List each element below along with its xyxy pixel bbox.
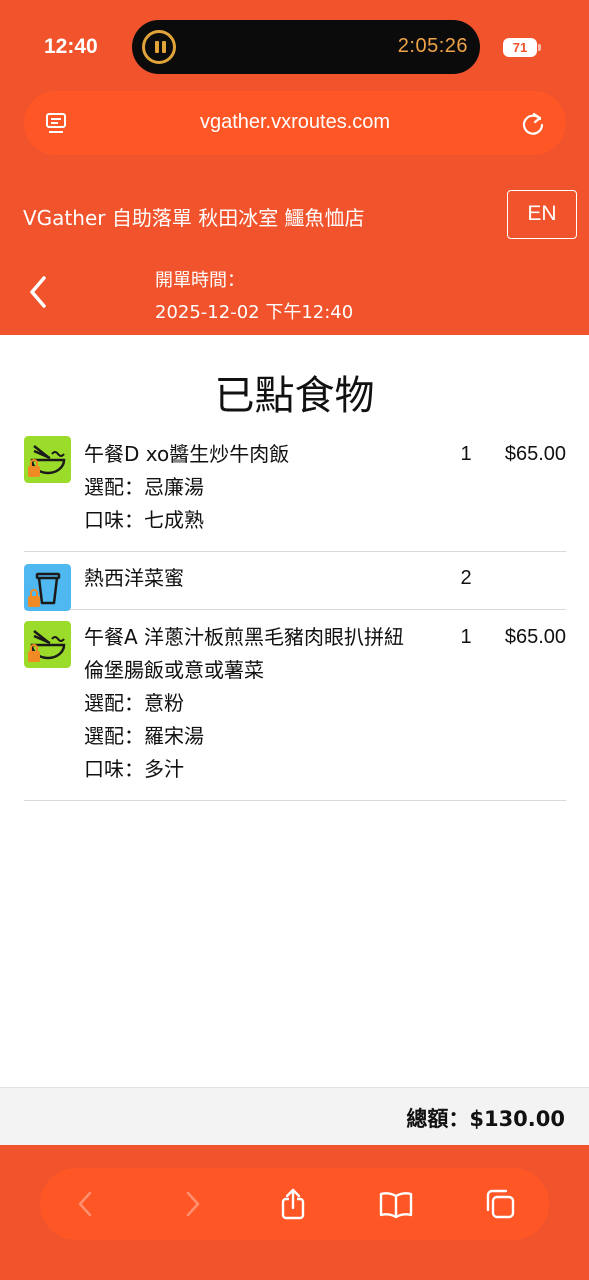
item-name: 熱西洋菜蜜 xyxy=(84,566,184,590)
share-icon[interactable] xyxy=(275,1186,311,1222)
item-quantity: 2 xyxy=(460,567,472,589)
status-time: 12:40 xyxy=(44,35,98,58)
reload-icon[interactable] xyxy=(520,110,546,136)
battery-indicator: 71 xyxy=(503,38,537,57)
top-area: 12:40 2:05:26 71 vgather.vxroutes.com VG… xyxy=(0,0,589,335)
browser-bottom-bar xyxy=(0,1145,589,1280)
item-option: 選配：忌廉湯 xyxy=(84,475,204,499)
open-time-value: 2025-12-02 下午12:40 xyxy=(155,302,354,323)
site-title: VGather 自助落單 秋田冰室 鱷魚恤店 xyxy=(23,206,365,230)
order-total: 總額：$130.00 xyxy=(406,1107,565,1131)
meal-bowl-icon xyxy=(24,436,71,483)
url-text[interactable]: vgather.vxroutes.com xyxy=(24,111,566,134)
item-price: $65.00 xyxy=(504,626,566,648)
tabs-icon[interactable] xyxy=(482,1186,518,1222)
address-bar[interactable]: vgather.vxroutes.com xyxy=(24,91,566,155)
list-item: 午餐D xo醬生炒牛肉飯 選配：忌廉湯 口味：七成熟 1 $65.00 xyxy=(24,430,566,552)
item-name: 午餐D xo醬生炒牛肉飯 xyxy=(84,442,290,466)
back-arrow-icon[interactable] xyxy=(68,1186,104,1222)
item-name: 午餐A 洋蔥汁板煎黑毛豬肉眼扒拼紐倫堡腸飯或意或薯菜 xyxy=(84,625,405,682)
page-title: 已點食物 xyxy=(214,373,375,419)
open-time-label: 開單時間： xyxy=(155,270,245,291)
item-option: 口味：多汁 xyxy=(84,757,184,781)
drink-cup-icon xyxy=(24,564,71,611)
forward-arrow-icon[interactable] xyxy=(174,1186,210,1222)
live-timer: 2:05:26 xyxy=(397,35,468,57)
bookmarks-icon[interactable] xyxy=(378,1186,414,1222)
item-option: 選配：羅宋湯 xyxy=(84,724,204,748)
list-item: 午餐A 洋蔥汁板煎黑毛豬肉眼扒拼紐倫堡腸飯或意或薯菜 選配：意粉 選配：羅宋湯 … xyxy=(24,610,566,801)
back-chevron-icon[interactable] xyxy=(24,272,54,312)
ordered-items-list: 午餐D xo醬生炒牛肉飯 選配：忌廉湯 口味：七成熟 1 $65.00 熱西洋菜… xyxy=(24,430,566,801)
item-quantity: 1 xyxy=(460,443,472,465)
item-option: 口味：七成熟 xyxy=(84,508,204,532)
total-bar: 總額：$130.00 xyxy=(0,1087,589,1145)
item-price: $65.00 xyxy=(504,443,566,465)
item-option: 選配：意粉 xyxy=(84,691,184,715)
language-button[interactable]: EN xyxy=(507,190,577,239)
meal-bowl-icon xyxy=(24,621,71,668)
dynamic-island[interactable]: 2:05:26 xyxy=(132,20,480,74)
list-item: 熱西洋菜蜜 2 xyxy=(24,552,566,611)
battery-tip xyxy=(538,44,541,51)
pause-icon xyxy=(142,30,176,64)
browser-toolbar xyxy=(40,1168,549,1240)
item-quantity: 1 xyxy=(460,626,472,648)
